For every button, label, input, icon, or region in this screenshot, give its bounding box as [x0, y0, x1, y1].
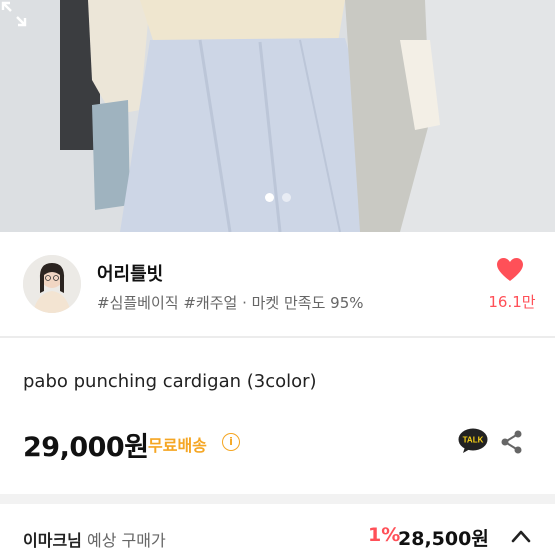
seller-name[interactable]: 어리틀빗: [97, 260, 163, 286]
carousel-dot-active[interactable]: [264, 193, 274, 202]
product-price: 29,000원: [23, 432, 149, 463]
info-icon[interactable]: i: [222, 433, 240, 451]
estimate-label-text: 예상 구매가: [81, 531, 166, 550]
share-icon[interactable]: [499, 429, 523, 455]
product-image-carousel[interactable]: [0, 0, 555, 232]
discount-rate: 1%: [368, 524, 401, 546]
like-count: 16.1만: [488, 293, 536, 311]
seller-tags: #심플베이직 #캐주얼 · 마켓 만족도 95%: [97, 294, 364, 312]
svg-text:TALK: TALK: [463, 436, 484, 445]
seller-section[interactable]: 어리틀빗 #심플베이직 #캐주얼 · 마켓 만족도 95%: [0, 232, 555, 337]
kakaotalk-icon[interactable]: TALK: [458, 428, 488, 454]
estimated-price: 28,500원: [398, 528, 489, 550]
carousel-dot[interactable]: [281, 193, 291, 202]
seller-avatar[interactable]: [23, 255, 81, 313]
expand-icon[interactable]: [0, 0, 28, 28]
section-separator: [0, 494, 555, 504]
estimate-label: 이마크님 예상 구매가: [23, 527, 166, 551]
estimate-user: 이마크님: [23, 531, 82, 550]
free-shipping-badge: 무료배송: [148, 436, 207, 455]
product-title: pabo punching cardigan (3color): [23, 371, 317, 392]
chevron-up-icon[interactable]: [509, 527, 533, 545]
avatar-photo: [23, 255, 81, 313]
divider: [0, 337, 555, 338]
carousel-indicator: [0, 193, 555, 202]
heart-icon[interactable]: [497, 258, 523, 282]
